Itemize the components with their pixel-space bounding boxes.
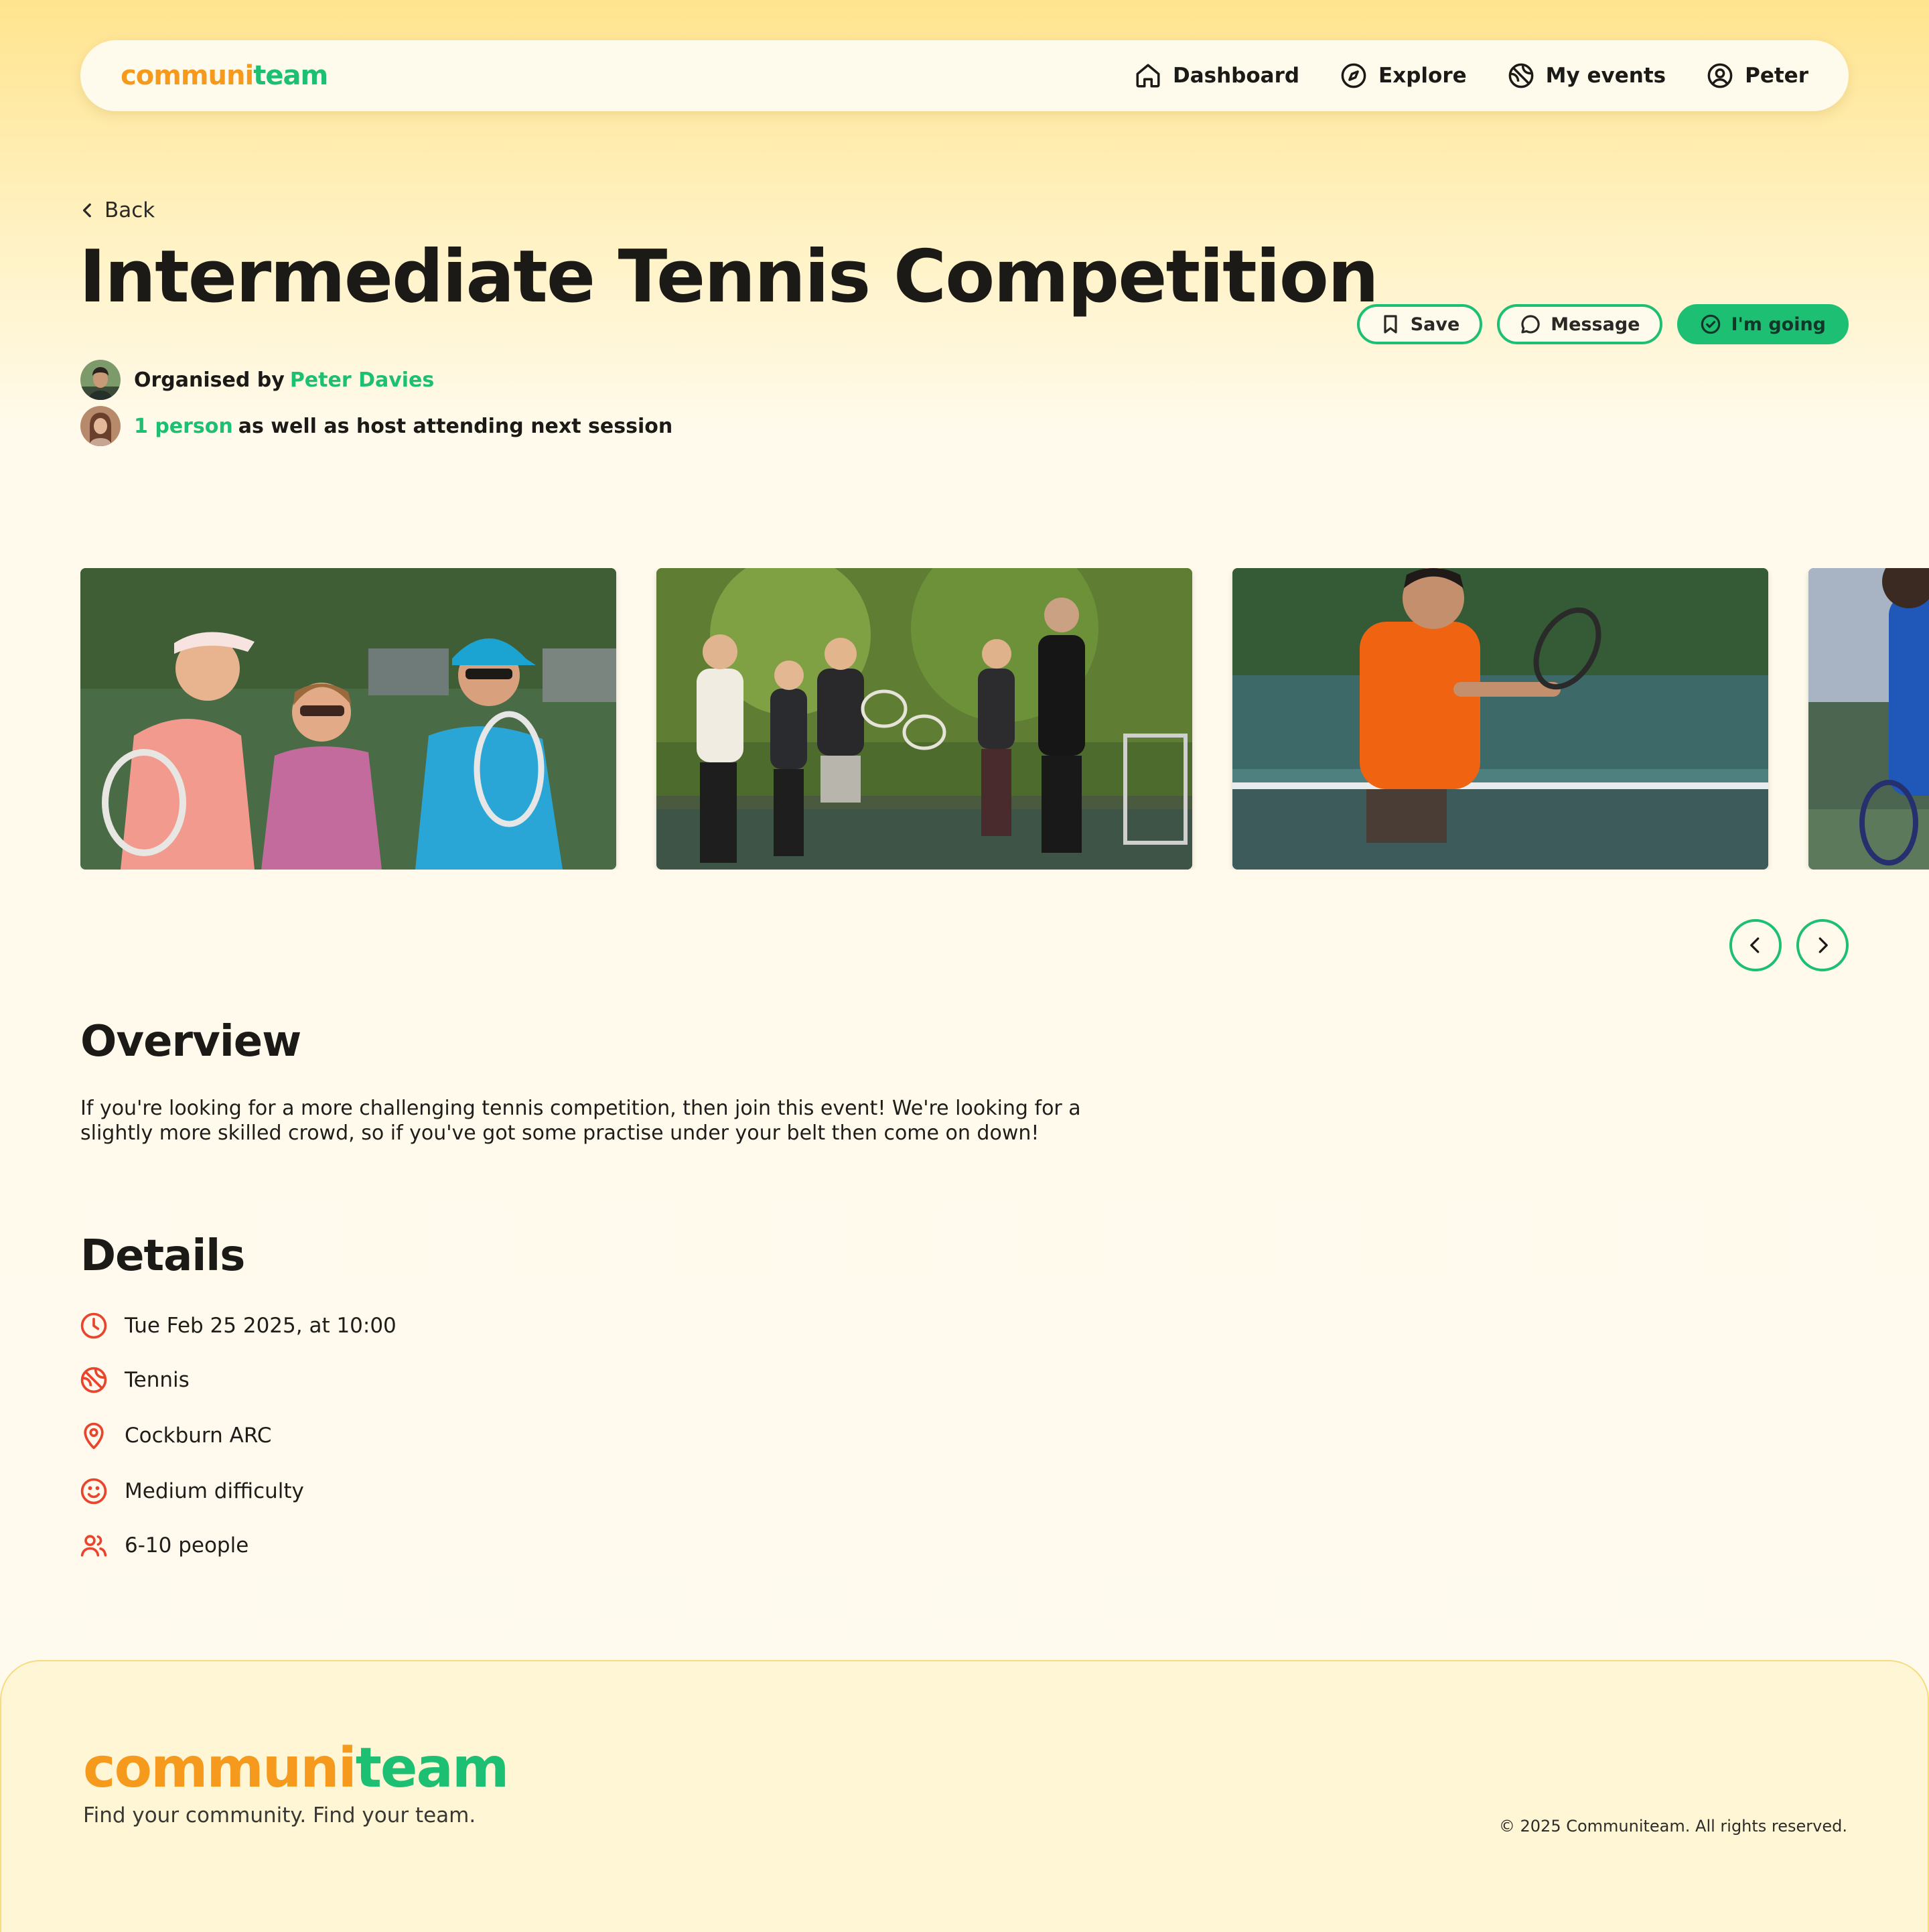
photo-carousel (80, 568, 1929, 870)
chevron-right-icon (1818, 937, 1828, 953)
user-circle-icon (1707, 63, 1733, 88)
carousel-controls (1729, 919, 1849, 971)
organiser-link[interactable]: Peter Davies (290, 368, 434, 392)
save-button[interactable]: Save (1356, 304, 1483, 344)
nav-links: Dashboard Explore My events Peter (1134, 62, 1808, 90)
detail-date: Tue Feb 25 2025, at 10:00 (79, 1311, 397, 1340)
detail-location: Cockburn ARC (79, 1421, 271, 1450)
footer-copyright: © 2025 Communiteam. All rights reserved. (1498, 1817, 1847, 1836)
back-link[interactable]: Back (79, 198, 155, 222)
nav-explore[interactable]: Explore (1340, 62, 1467, 90)
carousel-photo[interactable] (1808, 568, 1929, 870)
footer-tagline: Find your community. Find your team. (83, 1803, 476, 1827)
details-heading: Details (80, 1231, 245, 1281)
brand-logo[interactable]: communiteam (121, 60, 328, 91)
overview-heading: Overview (80, 1017, 301, 1066)
nav-dashboard[interactable]: Dashboard (1134, 62, 1299, 90)
message-icon (1521, 315, 1540, 334)
page-footer: communiteam Find your community. Find yo… (0, 1660, 1929, 1932)
carousel-photo[interactable] (1232, 568, 1768, 870)
attendees-row: 1 person as well as host attending next … (80, 406, 672, 446)
chevron-left-icon (82, 203, 91, 218)
check-circle-icon (1701, 314, 1721, 334)
im-going-button[interactable]: I'm going (1677, 304, 1849, 344)
clock-icon (80, 1312, 107, 1339)
nav-my-events[interactable]: My events (1507, 62, 1666, 90)
organiser-avatar[interactable] (80, 360, 121, 400)
chevron-left-icon (1750, 937, 1760, 953)
ball-icon (1508, 63, 1534, 88)
carousel-next-button[interactable] (1796, 919, 1849, 971)
smile-icon (80, 1478, 107, 1505)
nav-profile[interactable]: Peter (1706, 62, 1808, 90)
carousel-photo[interactable] (80, 568, 616, 870)
detail-sport: Tennis (79, 1365, 190, 1395)
footer-logo[interactable]: communiteam (83, 1736, 509, 1800)
organiser-row: Organised by Peter Davies (80, 360, 434, 400)
detail-difficulty: Medium difficulty (79, 1476, 304, 1506)
event-actions: Save Message I'm going (1356, 304, 1849, 344)
detail-group-size: 6-10 people (79, 1531, 248, 1560)
page-title: Intermediate Tennis Competition (79, 235, 1379, 319)
map-pin-icon (84, 1422, 104, 1450)
attendees-link[interactable]: 1 person (134, 415, 233, 438)
attendee-avatar[interactable] (80, 406, 121, 446)
carousel-prev-button[interactable] (1729, 919, 1782, 971)
home-icon (1136, 64, 1160, 88)
top-navbar: communiteam Dashboard Explore My events … (80, 40, 1849, 111)
carousel-photo[interactable] (656, 568, 1192, 870)
overview-text: If you're looking for a more challenging… (80, 1097, 1081, 1145)
ball-icon (80, 1367, 107, 1393)
bookmark-icon (1384, 315, 1397, 334)
compass-icon (1341, 63, 1366, 88)
users-icon (80, 1535, 107, 1557)
message-button[interactable]: Message (1497, 304, 1663, 344)
